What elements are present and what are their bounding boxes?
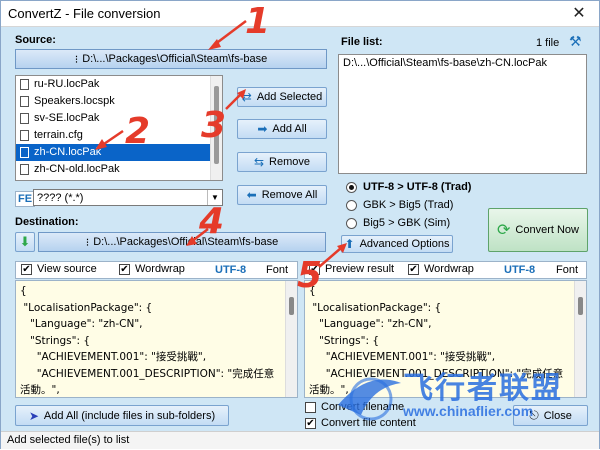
source-wordwrap-checkbox[interactable]: ✔ Wordwrap [119, 263, 185, 275]
status-text: Add selected file(s) to list [7, 434, 130, 446]
preview-text-view[interactable]: { "LocalisationPackage": { "Language": "… [304, 280, 587, 398]
list-item[interactable]: ru-RU.locPak [16, 76, 222, 93]
file-list-label: File list: [341, 36, 383, 48]
destination-path-text: D:\...\Packages\Official\Steam\fs-base [93, 236, 279, 248]
list-item[interactable]: zh-CN-old.locPak [16, 161, 222, 178]
upload-icon: ⬆ [344, 237, 355, 251]
file-icon [20, 96, 29, 107]
radio-utf8-trad[interactable]: UTF-8 > UTF-8 (Trad) [346, 181, 471, 193]
remove-all-button[interactable]: ⬅ Remove All [237, 185, 327, 205]
file-icon [20, 147, 29, 158]
list-item[interactable]: sv-SE.locPak [16, 110, 222, 127]
tools-icon[interactable]: ⚒ [569, 33, 582, 50]
refresh-icon: ⟳ [497, 222, 511, 239]
advanced-options-button[interactable]: ⬆ Advanced Options [341, 235, 453, 253]
radio-big5-gbk[interactable]: Big5 > GBK (Sim) [346, 217, 450, 229]
annotation-label-2: 2 [125, 111, 151, 152]
send-arrow-icon: ➤ [28, 408, 39, 423]
file-icon [20, 130, 29, 141]
annotation-label-1: 1 [245, 1, 271, 42]
convert-filename-checkbox[interactable]: Convert filename [305, 401, 404, 413]
source-text: { "LocalisationPackage": { "Language": "… [20, 285, 275, 396]
output-file-list[interactable]: D:\...\Official\Steam\fs-base\zh-CN.locP… [338, 54, 587, 174]
transfer-arrows-icon: ⇄ [241, 90, 252, 104]
file-icon [20, 79, 29, 90]
preview-text-scrollbar[interactable] [574, 281, 586, 397]
add-all-subfolders-button[interactable]: ➤ Add All (include files in sub-folders) [15, 405, 229, 426]
exit-icon: ⎋ [529, 408, 539, 422]
annotation-label-3: 3 [201, 105, 227, 146]
status-bar: Add selected file(s) to list [1, 431, 599, 449]
destination-label: Destination: [15, 216, 79, 228]
add-selected-button[interactable]: ⇄ Add Selected [237, 87, 327, 107]
convertz-window: ConvertZ - File conversion ✕ Source: ⁝ D… [0, 0, 600, 449]
preview-wordwrap-checkbox[interactable]: ✔ Wordwrap [408, 263, 474, 275]
list-item[interactable]: D:\...\Official\Steam\fs-base\zh-CN.locP… [343, 57, 582, 69]
preview-font-button[interactable]: Font [556, 264, 578, 276]
list-item[interactable]: Speakers.locspk [16, 93, 222, 110]
file-icon [20, 164, 29, 175]
list-item-selected[interactable]: zh-CN.locPak [16, 144, 222, 161]
window-title: ConvertZ - File conversion [8, 6, 161, 21]
title-bar: ConvertZ - File conversion ✕ [1, 1, 599, 27]
close-window-icon[interactable]: ✕ [569, 3, 589, 23]
convert-now-button[interactable]: ⟳ Convert Now [488, 208, 588, 252]
source-file-list[interactable]: ru-RU.locPak Speakers.locspk sv-SE.locPa… [15, 75, 223, 181]
source-label: Source: [15, 34, 56, 46]
add-all-button[interactable]: ➡ Add All [237, 119, 327, 139]
view-source-checkbox[interactable]: ✔ View source [21, 263, 97, 275]
destination-path-button[interactable]: ⁝ D:\...\Packages\Official\Steam\fs-base [38, 232, 326, 252]
convert-file-content-checkbox[interactable]: ✔ Convert file content [305, 417, 416, 429]
file-filter-select[interactable]: ???? (*.*) ▼ [33, 189, 223, 206]
remove-button[interactable]: ⇆ Remove [237, 152, 327, 172]
arrow-left-icon: ⬅ [246, 188, 257, 202]
folder-tree-icon: ⁝ [74, 52, 79, 66]
arrow-right-icon: ➡ [257, 122, 268, 136]
annotation-label-5: 5 [297, 255, 323, 296]
transfer-arrows-icon: ⇆ [253, 155, 265, 169]
source-path-button[interactable]: ⁝ D:\...\Packages\Official\Steam\fs-base [15, 49, 327, 69]
close-button[interactable]: ⎋ Close [513, 405, 588, 426]
list-item[interactable]: terrain.cfg [16, 127, 222, 144]
radio-gbk-big5[interactable]: GBK > Big5 (Trad) [346, 199, 453, 211]
source-encoding-label: UTF-8 [215, 264, 247, 276]
source-text-scrollbar[interactable] [285, 281, 297, 397]
arrow-down-icon[interactable]: ⬇ [15, 232, 35, 252]
preview-encoding-label: UTF-8 [504, 264, 536, 276]
source-path-text: D:\...\Packages\Official\Steam\fs-base [82, 53, 268, 65]
file-icon [20, 113, 29, 124]
source-text-view[interactable]: { "LocalisationPackage": { "Language": "… [15, 280, 298, 398]
folder-tree-icon: ⁝ [85, 235, 90, 249]
file-count: 1 file [536, 37, 560, 49]
source-font-button[interactable]: Font [266, 264, 288, 276]
annotation-label-4: 4 [199, 201, 225, 242]
preview-text: { "LocalisationPackage": { "Language": "… [309, 285, 564, 396]
